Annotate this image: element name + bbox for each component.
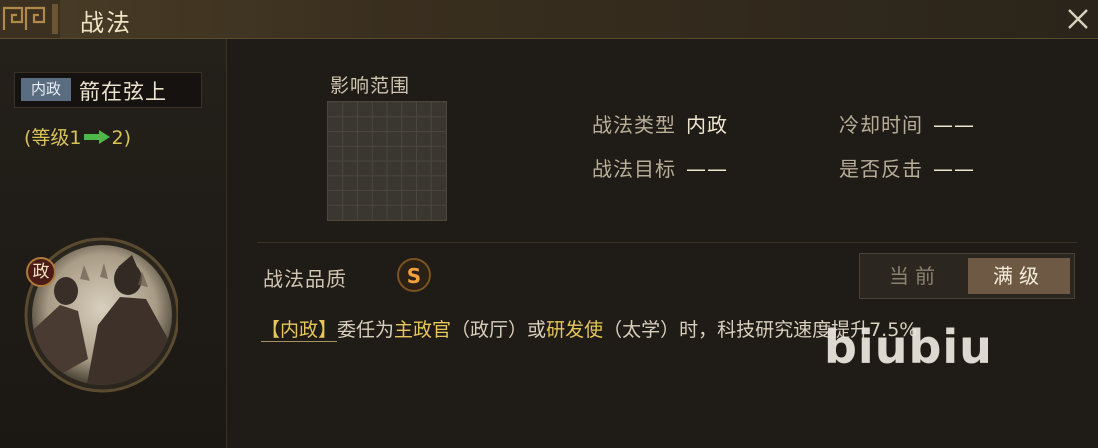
close-icon bbox=[1068, 9, 1088, 29]
level-to: 2) bbox=[111, 127, 132, 149]
level-toggle: 当前 满级 bbox=[859, 253, 1075, 299]
counter-label: 是否反击 bbox=[839, 157, 923, 181]
counter-value: —— bbox=[933, 157, 975, 181]
close-button[interactable] bbox=[1058, 0, 1098, 38]
info-cooldown: 冷却时间 —— bbox=[839, 109, 975, 138]
info-counter: 是否反击 —— bbox=[839, 153, 975, 182]
general-portrait: 政 bbox=[20, 219, 180, 399]
portrait-badge: 政 bbox=[26, 257, 56, 287]
range-label: 影响范围 bbox=[330, 75, 411, 97]
skill-name-box: 内政 箭在弦上 bbox=[14, 72, 202, 108]
cooldown-value: —— bbox=[933, 113, 975, 137]
cooldown-label: 冷却时间 bbox=[839, 113, 923, 137]
skill-description: 【内政】委任为主政官（政厅）或研发使（太学）时，科技研究速度提升7.5% bbox=[261, 315, 917, 342]
skill-name: 箭在弦上 bbox=[79, 80, 167, 104]
target-value: —— bbox=[686, 157, 728, 181]
tab-current-level[interactable]: 当前 bbox=[864, 258, 966, 294]
quality-grade-badge: S bbox=[397, 258, 431, 292]
level-from: (等级1 bbox=[24, 127, 82, 149]
arrow-right-icon bbox=[83, 130, 110, 144]
divider bbox=[257, 242, 1077, 243]
portrait-image bbox=[24, 237, 180, 393]
desc-tag: 【内政】 bbox=[261, 319, 338, 342]
desc-highlight-2: 研发使 bbox=[546, 319, 604, 341]
watermark: biubiu bbox=[824, 320, 993, 374]
range-grid bbox=[327, 101, 447, 221]
skill-sidebar: 内政 箭在弦上 (等级1 2) 政 bbox=[0, 39, 227, 448]
info-target: 战法目标 —— bbox=[592, 153, 728, 182]
info-type: 战法类型 内政 bbox=[592, 109, 728, 138]
type-value: 内政 bbox=[686, 113, 728, 137]
desc-part-2: （政厅）或 bbox=[451, 319, 547, 341]
desc-highlight-1: 主政官 bbox=[394, 319, 452, 341]
type-label: 战法类型 bbox=[592, 113, 676, 137]
skill-type-tag: 内政 bbox=[21, 78, 71, 101]
window-title: 战法 bbox=[80, 9, 132, 37]
title-ornament-icon bbox=[0, 0, 60, 38]
quality-label: 战法品质 bbox=[263, 267, 347, 291]
skill-detail-panel: 影响范围 战法类型 内政 冷却时间 —— 战法目标 —— 是否反击 —— 战法品质 S … bbox=[227, 39, 1098, 448]
tab-max-level[interactable]: 满级 bbox=[968, 258, 1070, 294]
desc-part-1: 委任为 bbox=[337, 319, 395, 341]
target-label: 战法目标 bbox=[592, 157, 676, 181]
level-indicator: (等级1 2) bbox=[24, 123, 131, 150]
title-bar: 战法 bbox=[0, 0, 1098, 39]
